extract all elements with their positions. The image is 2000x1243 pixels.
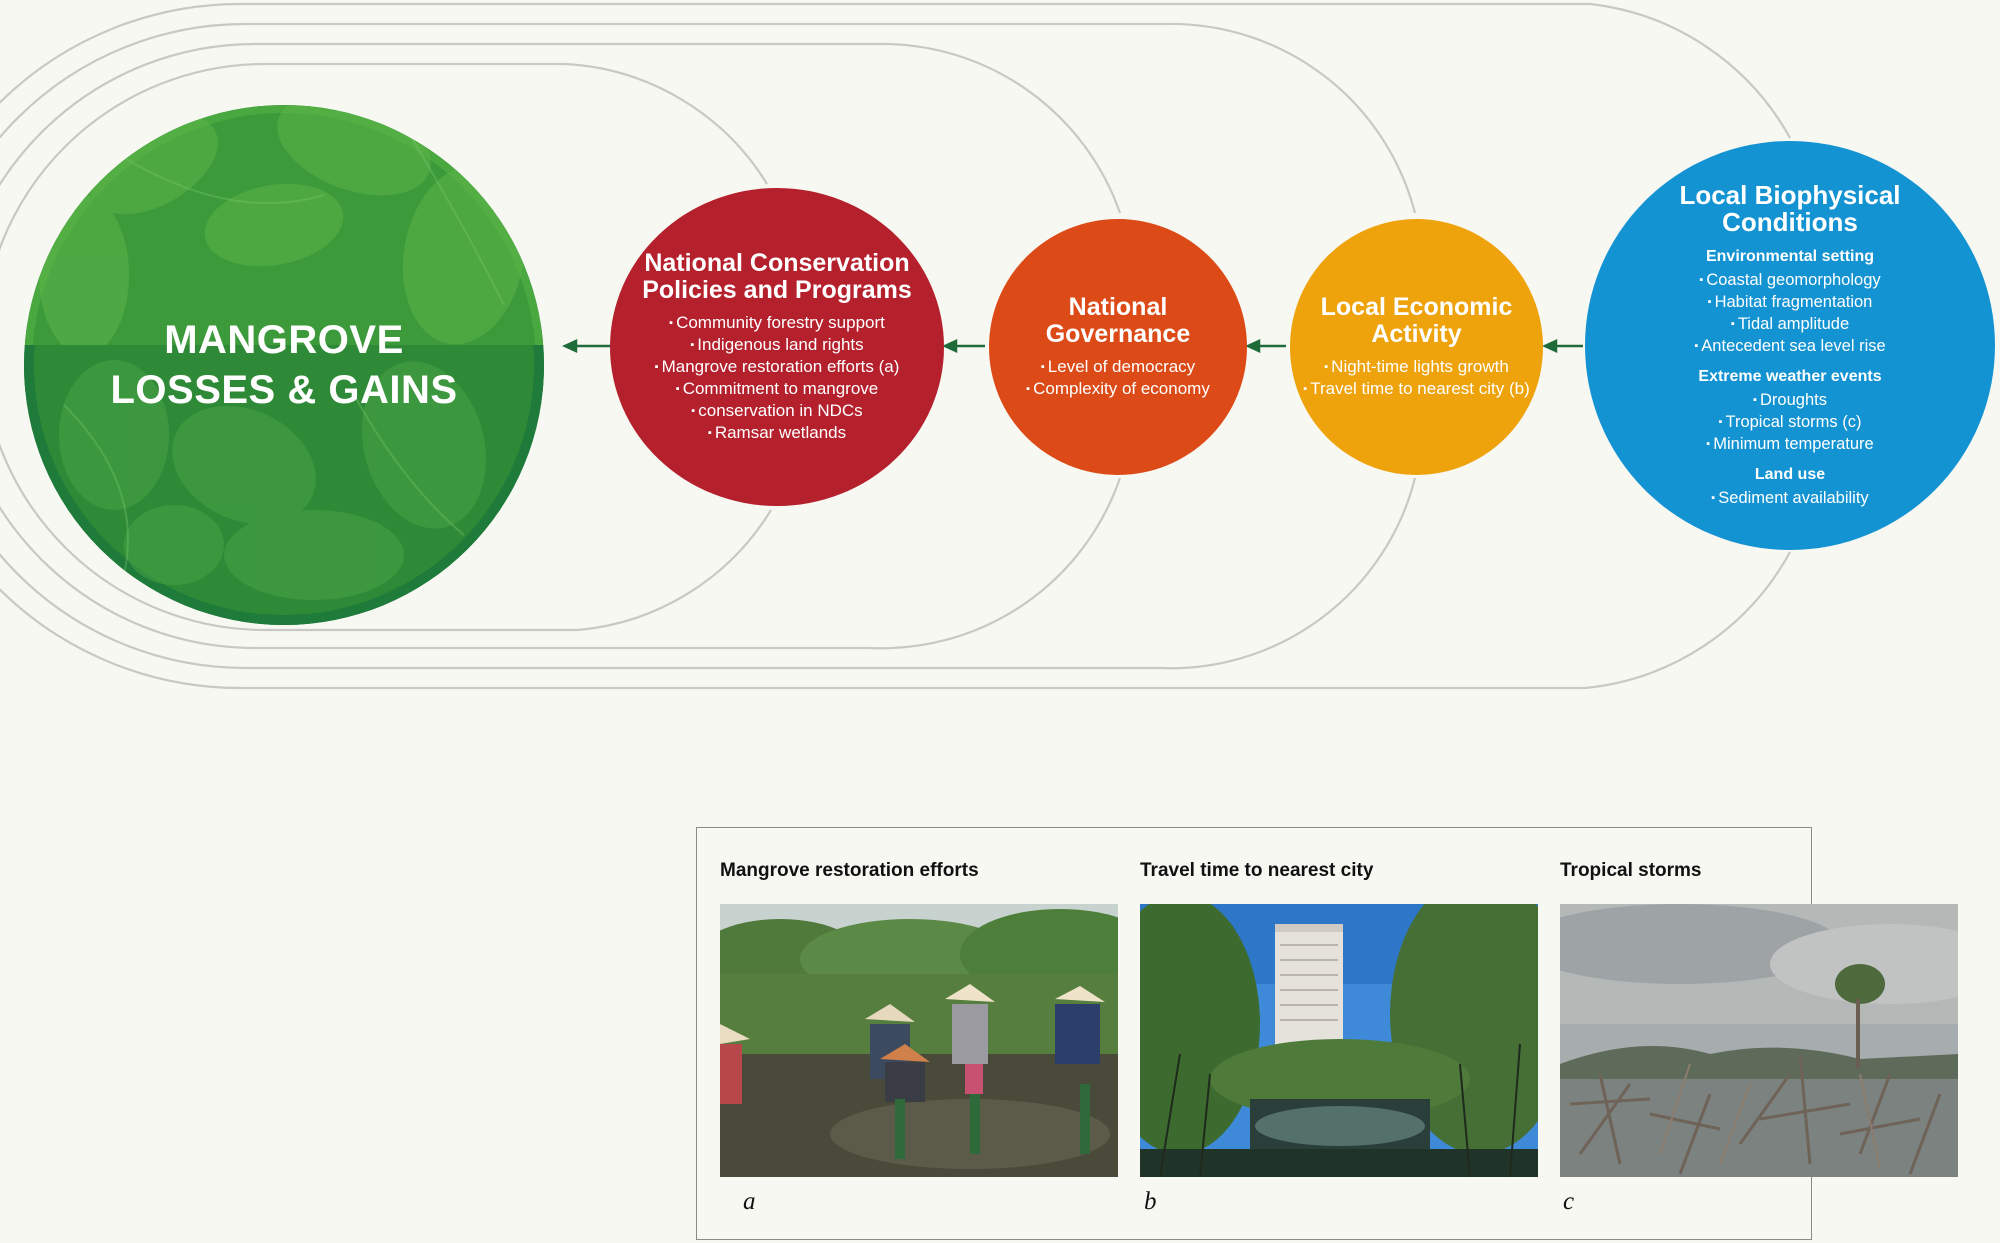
policies-item: Mangrove restoration efforts (a) — [655, 356, 900, 378]
photo-letter: c — [1563, 1188, 1575, 1215]
people-planting-mangroves-photo — [720, 904, 1118, 1177]
national-governance-circle: National Governance Level of democracy C… — [989, 219, 1247, 475]
economic-item: Night-time lights growth — [1303, 356, 1529, 378]
mangroves-with-tower-block-photo — [1140, 904, 1538, 1177]
mangrove-title: MANGROVE LOSSES & GAINS — [110, 318, 458, 412]
environmental-setting-list: Coastal geomorphology Habitat fragmentat… — [1694, 269, 1885, 357]
arrow-to-economic — [1541, 339, 1558, 353]
biophysical-title: Local Biophysical Conditions — [1679, 180, 1901, 237]
photo-title: Travel time to nearest city — [1140, 860, 1374, 881]
biophysical-item: Minimum temperature — [1706, 433, 1873, 455]
policies-list: Community forestry support Indigenous la… — [655, 312, 900, 444]
governance-item: Level of democracy — [1026, 356, 1210, 378]
policies-item: Ramsar wetlands — [655, 422, 900, 444]
mangrove-losses-gains-circle: MANGROVE LOSSES & GAINS — [24, 105, 544, 625]
biophysical-item: Tropical storms (c) — [1706, 411, 1873, 433]
group-heading: Environmental setting — [1705, 248, 1875, 265]
biophysical-item: Sediment availability — [1711, 487, 1868, 509]
governance-list: Level of democracy Complexity of economy — [1026, 356, 1210, 400]
economic-title: Local Economic Activity — [1320, 293, 1513, 348]
group-heading: Land use — [1754, 466, 1826, 483]
policies-item: Community forestry support — [655, 312, 900, 334]
photo-examples-panel: Mangrove restoration efforts a Travel ti… — [696, 827, 1958, 1240]
storm-damaged-mangroves-photo — [1560, 904, 1958, 1177]
biophysical-item: Coastal geomorphology — [1694, 269, 1885, 291]
extreme-weather-list: Droughts Tropical storms (c) Minimum tem… — [1706, 389, 1873, 455]
biophysical-item: Antecedent sea level rise — [1694, 335, 1885, 357]
arrow-to-governance — [1244, 339, 1261, 353]
policies-title: National Conservation Policies and Progr… — [642, 249, 912, 304]
policies-item: Commitment to mangrove — [655, 378, 900, 400]
photo-title: Mangrove restoration efforts — [720, 860, 979, 881]
arrow-to-mangrove — [561, 339, 578, 353]
biophysical-item: Tidal amplitude — [1694, 313, 1885, 335]
photo-letter: b — [1144, 1188, 1157, 1215]
local-biophysical-conditions-circle: Local Biophysical Conditions Environment… — [1585, 141, 1995, 550]
economic-list: Night-time lights growth Travel time to … — [1303, 356, 1530, 400]
policies-item: Indigenous land rights — [655, 334, 900, 356]
local-economic-activity-circle: Local Economic Activity Night-time light… — [1290, 219, 1543, 475]
photo-letter: a — [743, 1188, 756, 1215]
biophysical-item: Habitat fragmentation — [1694, 291, 1885, 313]
land-use-list: Sediment availability — [1711, 487, 1868, 509]
policies-item-continuation: conservation in NDCs — [655, 400, 900, 422]
photo-title: Tropical storms — [1560, 860, 1702, 881]
arrow-to-policies — [941, 339, 958, 353]
biophysical-item: Droughts — [1706, 389, 1873, 411]
economic-item: Travel time to nearest city (b) — [1303, 378, 1530, 400]
national-conservation-policies-circle: National Conservation Policies and Progr… — [610, 188, 944, 506]
governance-item: Complexity of economy — [1026, 378, 1210, 400]
group-heading: Extreme weather events — [1698, 368, 1882, 385]
governance-title: National Governance — [1045, 293, 1191, 348]
